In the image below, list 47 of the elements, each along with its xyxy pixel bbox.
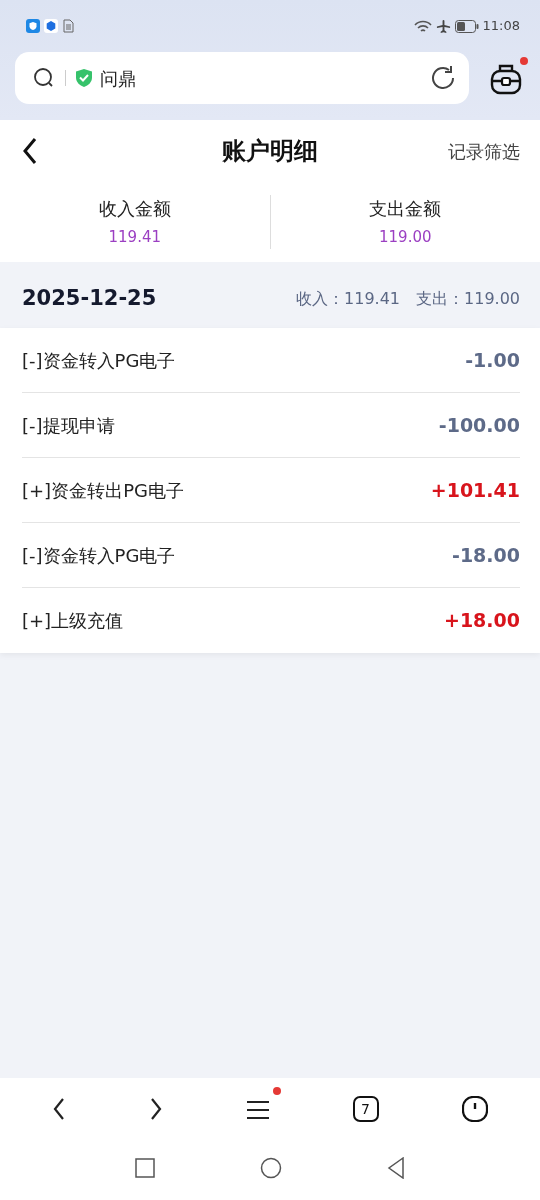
page-title: 账户明细 [222, 136, 318, 167]
record-row[interactable]: [-]资金转入PG电子 -18.00 [22, 523, 520, 588]
record-amount: +18.00 [443, 608, 520, 634]
record-row[interactable]: [+]上级充值 +18.00 [22, 588, 520, 653]
summary-value: 119.00 [379, 227, 432, 249]
shield-check-icon [76, 69, 92, 87]
summary-value: 119.41 [108, 227, 161, 249]
battery-icon [454, 19, 479, 33]
airplane-icon [435, 18, 451, 34]
record-amount: +101.41 [430, 477, 520, 503]
shield-app-icon [26, 19, 40, 33]
square-nav-icon[interactable] [135, 1158, 155, 1178]
record-row[interactable]: [-]提现申请 -100.00 [22, 393, 520, 458]
record-amount: -1.00 [465, 347, 520, 373]
search-icon [33, 67, 55, 89]
expense-label: 支出： [416, 288, 464, 310]
back-icon[interactable] [22, 137, 38, 165]
summary-label: 支出金额 [369, 197, 442, 222]
record-title: [+]上级充值 [22, 609, 124, 633]
income-label: 收入： [296, 288, 345, 310]
record-title: [-]资金转入PG电子 [22, 348, 176, 373]
record-row[interactable]: [+]资金转出PG电子 +101.41 [22, 458, 520, 523]
record-title: [-]提现申请 [22, 413, 115, 438]
record-title: [+]资金转出PG电子 [22, 478, 184, 503]
document-icon [62, 19, 74, 33]
date-label: 2025-12-25 [22, 285, 157, 313]
status-time: 11:08 [482, 17, 520, 36]
menu-icon[interactable] [247, 1099, 269, 1120]
reload-icon[interactable] [429, 64, 457, 92]
forward-icon[interactable] [149, 1097, 164, 1121]
address-bar[interactable]: 问鼎 [15, 52, 469, 104]
site-name: 问鼎 [100, 66, 136, 91]
hexagon-app-icon [44, 19, 58, 33]
home-circle-icon[interactable] [260, 1157, 282, 1179]
wifi-icon [413, 19, 432, 33]
income-total: 119.41 [344, 288, 400, 310]
back-triangle-icon[interactable] [387, 1157, 405, 1179]
tab-count-button[interactable]: 7 [352, 1096, 379, 1122]
record-amount: -18.00 [452, 542, 520, 568]
record-title: [-]资金转入PG电子 [22, 543, 176, 568]
back-icon[interactable] [51, 1097, 66, 1121]
record-row[interactable]: [-]资金转入PG电子 -1.00 [22, 328, 520, 393]
expense-total: 119.00 [464, 288, 520, 310]
info-icon[interactable] [462, 1096, 489, 1122]
summary-label: 收入金额 [98, 197, 171, 222]
record-amount: -100.00 [438, 412, 520, 438]
filter-link[interactable]: 记录筛选 [448, 137, 520, 165]
